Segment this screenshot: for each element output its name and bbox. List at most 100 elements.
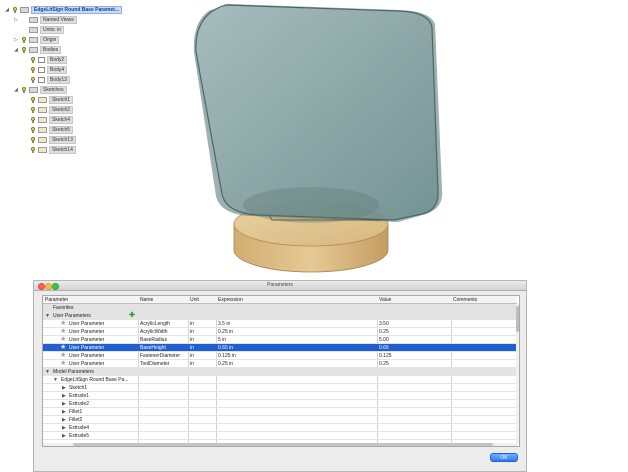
tree-node-sketch[interactable]: Sketch5 (30, 126, 74, 134)
tree-node-sketch[interactable]: Sketch14 (30, 146, 76, 154)
tree-label[interactable]: Sketch14 (49, 146, 76, 154)
favorite-star-icon[interactable]: ★ (60, 352, 66, 359)
tree-label[interactable]: Bodies (40, 46, 62, 54)
model-feature-row[interactable]: ▶ Fillet2 (43, 416, 517, 424)
tree-label[interactable]: Sketch4 (49, 116, 74, 124)
visibility-bulb-icon[interactable] (30, 56, 36, 64)
tree-node-body[interactable]: Body2 (30, 56, 68, 64)
column-header-expression[interactable]: Expression (218, 296, 243, 304)
cell-name[interactable]: FastenerDiameter (140, 352, 180, 360)
model-feature-row[interactable]: ▶ Extrude4 (43, 424, 517, 432)
column-header-parameter[interactable]: Parameter (45, 296, 68, 304)
collapsed-arrow-icon[interactable]: ▷ (13, 37, 19, 43)
cell-unit[interactable]: in (190, 336, 194, 344)
column-header-name[interactable]: Name (140, 296, 153, 304)
model-parameters-group-row[interactable]: ▼ Model Parameters (43, 368, 517, 376)
tree-label[interactable]: EdgeLitSign Round Base Paramet... (31, 6, 123, 14)
tree-label[interactable]: Body13 (47, 76, 70, 84)
cell-expression[interactable]: 0.65 in (218, 344, 233, 352)
tree-label[interactable]: Sketch2 (49, 106, 74, 114)
collapsed-arrow-icon[interactable]: ▶ (62, 408, 66, 416)
favorite-star-icon[interactable]: ★ (60, 360, 66, 367)
cell-expression[interactable]: 0.25 in (218, 360, 233, 368)
model-feature-row[interactable]: ▶ Fillet1 (43, 408, 517, 416)
visibility-bulb-icon[interactable] (21, 86, 27, 94)
expanded-arrow-icon[interactable]: ▼ (53, 376, 58, 384)
tree-node-named-views[interactable]: ▷ Named Views (13, 16, 77, 24)
tree-label[interactable]: Body4 (47, 66, 68, 74)
cell-name[interactable]: BaseHeight (140, 344, 166, 352)
cell-name[interactable]: BaseRadius (140, 336, 167, 344)
model-feature-row[interactable]: ▶ Extrude2 (43, 400, 517, 408)
vertical-scroll-thumb[interactable] (516, 306, 519, 332)
model-feature-row[interactable]: ▶ Extrude1 (43, 392, 517, 400)
table-row[interactable]: ★ User Parameter AcrylicLength in 3.5 in… (43, 320, 517, 328)
cell-unit[interactable]: in (190, 360, 194, 368)
cell-expression[interactable]: 3.5 in (218, 320, 230, 328)
column-header-comments[interactable]: Comments (453, 296, 477, 304)
table-row[interactable]: ★ User Parameter FastenerDiameter in 0.1… (43, 352, 517, 360)
table-row-selected[interactable]: ★ User Parameter BaseHeight in 0.65 in 0… (43, 344, 517, 352)
cell-unit[interactable]: in (190, 352, 194, 360)
visibility-bulb-icon[interactable] (30, 106, 36, 114)
table-row[interactable]: ★ User Parameter ToolDiameter in 0.25 in… (43, 360, 517, 368)
favorite-star-icon[interactable]: ★ (60, 328, 66, 335)
collapsed-arrow-icon[interactable]: ▶ (62, 384, 66, 392)
visibility-bulb-icon[interactable] (30, 96, 36, 104)
favorite-star-icon[interactable]: ★ (60, 320, 66, 327)
model-feature-row[interactable]: ▶ Sketch1 (43, 384, 517, 392)
tree-node-origin[interactable]: ▷ Origin (13, 36, 60, 44)
table-row[interactable]: ★ User Parameter BaseRadius in 5 in 5.00 (43, 336, 517, 344)
cell-name[interactable]: AcrylicWidth (140, 328, 168, 336)
tree-node-units[interactable]: Units: in (13, 26, 65, 34)
user-parameters-group-row[interactable]: ▼ User Parameters ✚ (43, 312, 517, 320)
tree-label[interactable]: Origin (40, 36, 60, 44)
collapsed-arrow-icon[interactable]: ▶ (62, 432, 66, 440)
tree-label[interactable]: Sketches (40, 86, 67, 94)
cell-name[interactable]: AcrylicLength (140, 320, 170, 328)
visibility-bulb-icon[interactable] (21, 36, 27, 44)
cell-name[interactable]: ToolDiameter (140, 360, 169, 368)
ok-button[interactable]: OK (490, 453, 518, 462)
cell-expression[interactable]: 5 in (218, 336, 226, 344)
expanded-arrow-icon[interactable]: ▼ (45, 312, 50, 320)
tree-node-root[interactable]: ◢ EdgeLitSign Round Base Paramet... (4, 6, 123, 14)
tree-label[interactable]: Body2 (47, 56, 68, 64)
collapsed-arrow-icon[interactable]: ▷ (13, 17, 19, 23)
tree-node-sketch[interactable]: Sketch4 (30, 116, 74, 124)
visibility-bulb-icon[interactable] (30, 146, 36, 154)
visibility-bulb-icon[interactable] (30, 136, 36, 144)
tree-node-body[interactable]: Body4 (30, 66, 68, 74)
collapsed-arrow-icon[interactable]: ▶ (62, 392, 66, 400)
tree-node-sketches[interactable]: ◢ Sketches (13, 86, 67, 94)
model-root-row[interactable]: ▼ EdgeLitSign Round Base Pa... (43, 376, 517, 384)
tree-node-sketch[interactable]: Sketch13 (30, 136, 76, 144)
tree-node-bodies[interactable]: ◢ Bodies (13, 46, 62, 54)
column-header-value[interactable]: Value (379, 296, 391, 304)
dialog-titlebar[interactable]: Parameters (34, 281, 526, 291)
cell-expression[interactable]: 0.125 in (218, 352, 236, 360)
cell-expression[interactable]: 0.25 in (218, 328, 233, 336)
expanded-arrow-icon[interactable]: ◢ (13, 47, 19, 53)
visibility-bulb-icon[interactable] (30, 116, 36, 124)
visibility-bulb-icon[interactable] (21, 46, 27, 54)
tree-label[interactable]: Named Views (40, 16, 77, 24)
add-parameter-button[interactable]: ✚ (129, 312, 135, 320)
visibility-bulb-icon[interactable] (12, 6, 18, 14)
model-feature-row[interactable]: ▶ Extrude5 (43, 432, 517, 440)
tree-node-sketch[interactable]: Sketch2 (30, 106, 74, 114)
tree-label[interactable]: Sketch13 (49, 136, 76, 144)
tree-label[interactable]: Units: in (40, 26, 65, 34)
visibility-bulb-icon[interactable] (30, 66, 36, 74)
favorite-star-icon[interactable]: ★ (60, 336, 66, 343)
cell-unit[interactable]: in (190, 328, 194, 336)
tree-node-sketch[interactable]: Sketch1 (30, 96, 74, 104)
tree-label[interactable]: Sketch1 (49, 96, 74, 104)
tree-label[interactable]: Sketch5 (49, 126, 74, 134)
favorite-star-icon[interactable]: ★ (60, 344, 66, 351)
visibility-bulb-icon[interactable] (30, 126, 36, 134)
visibility-bulb-icon[interactable] (30, 76, 36, 84)
expanded-arrow-icon[interactable]: ◢ (13, 87, 19, 93)
favorites-group-row[interactable]: Favorites (43, 304, 517, 312)
3d-viewport[interactable] (130, 0, 628, 282)
